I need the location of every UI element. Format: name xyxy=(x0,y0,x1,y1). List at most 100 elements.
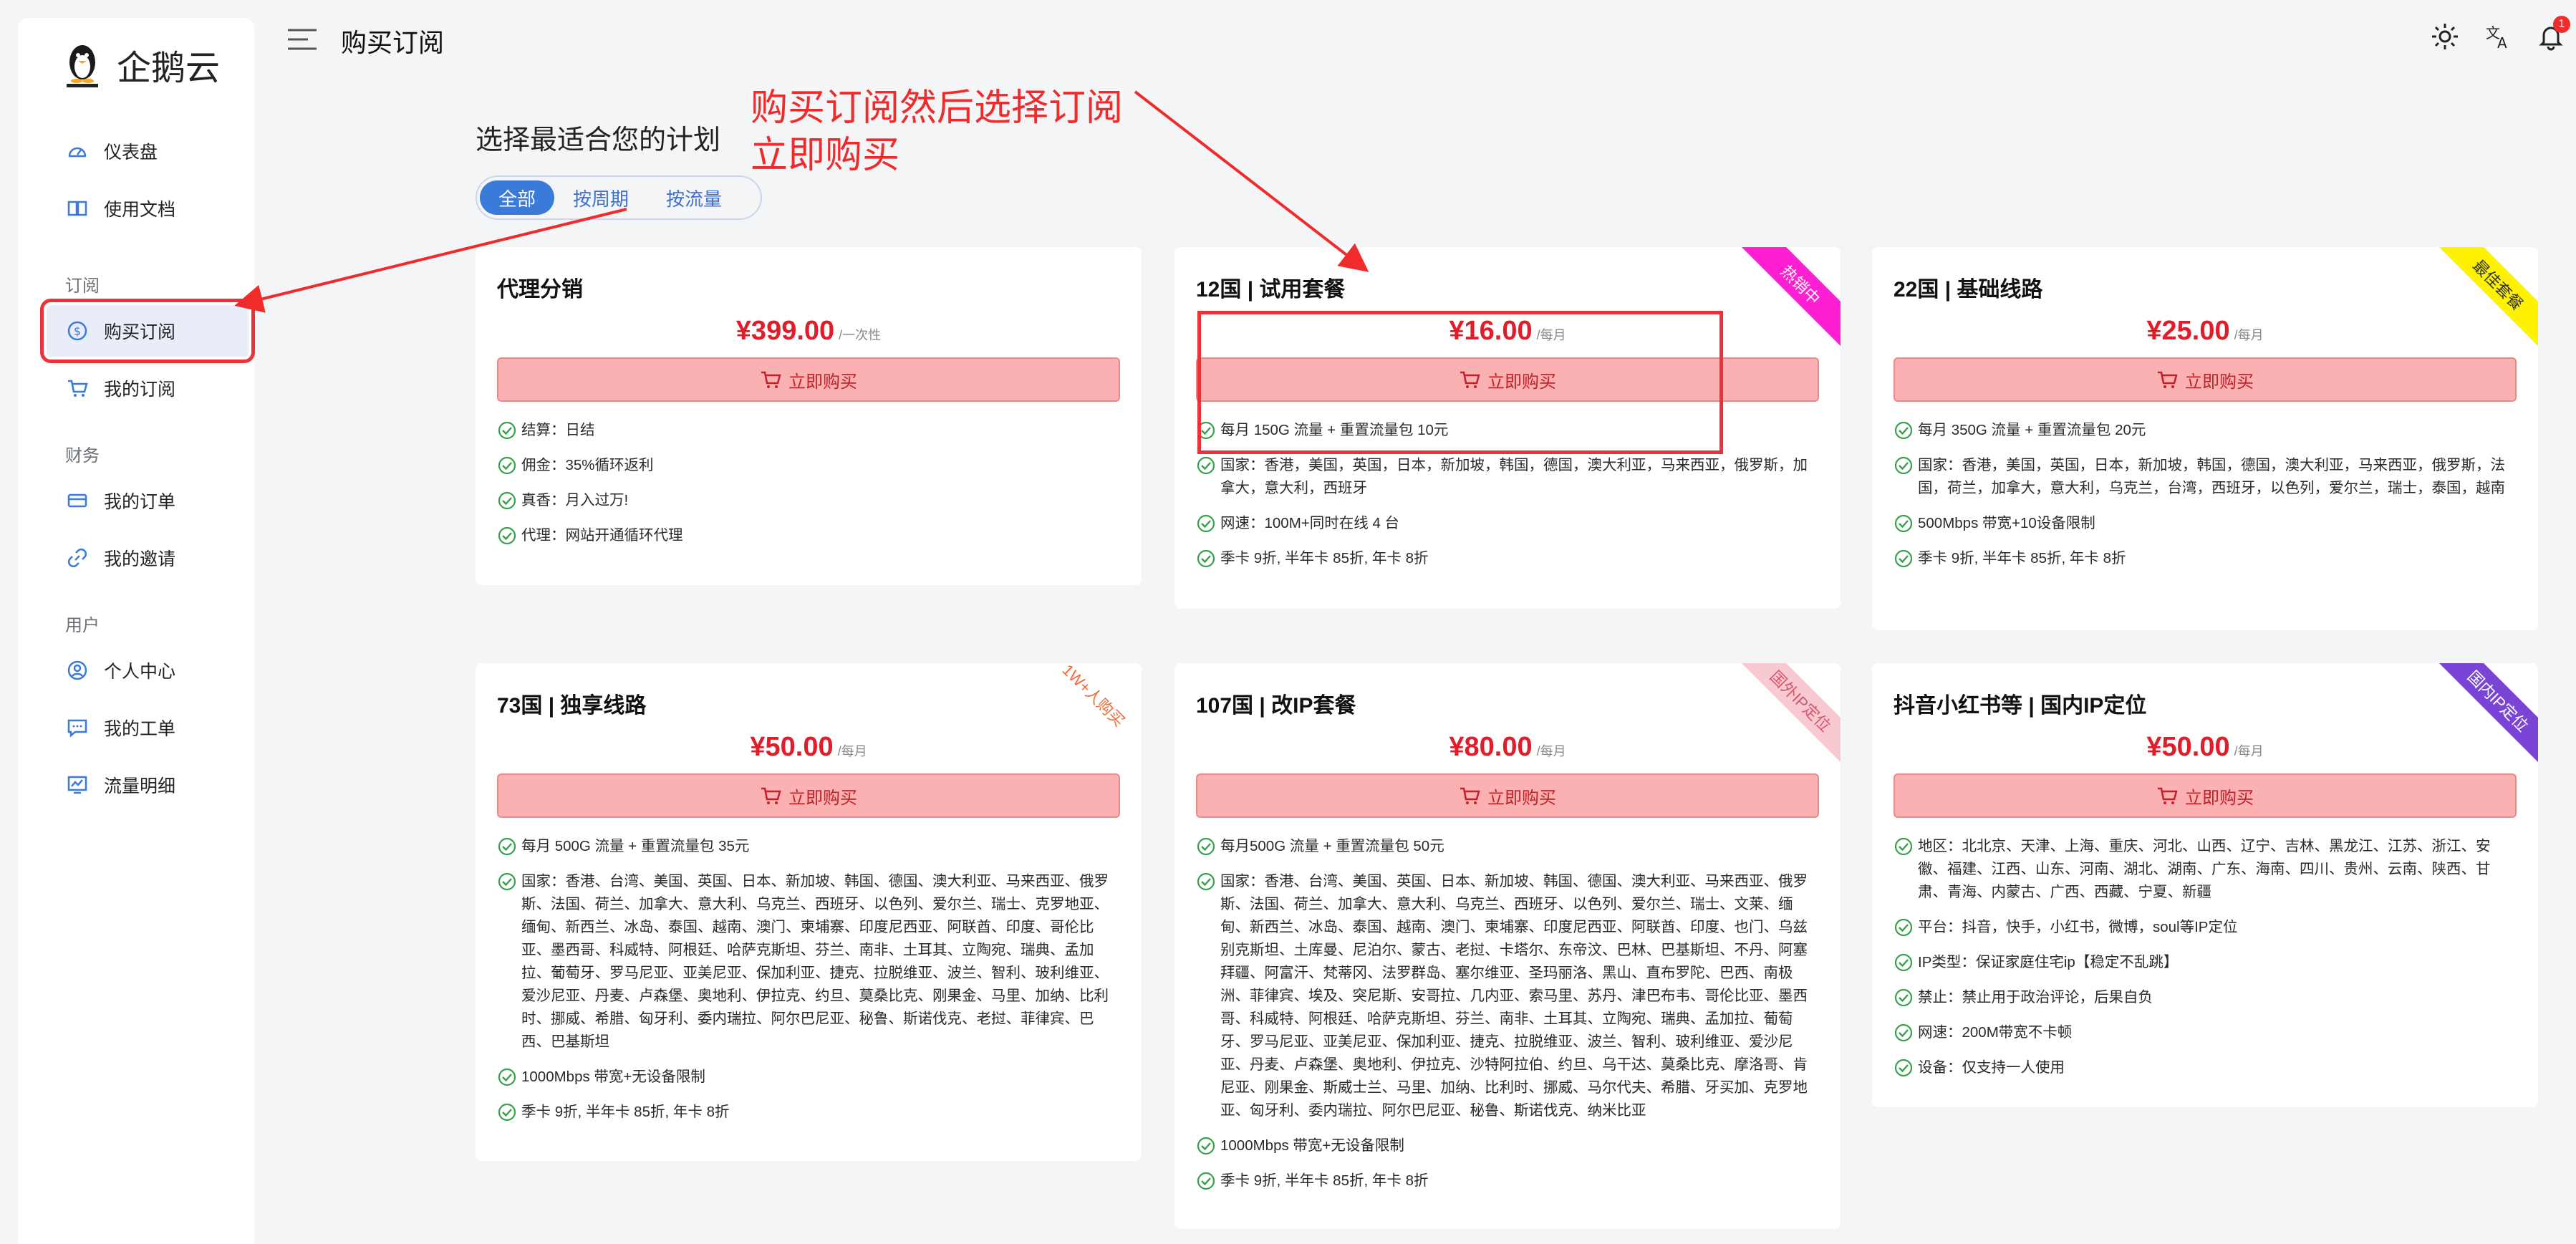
menu-toggle-icon[interactable] xyxy=(286,27,318,52)
check-circle-icon xyxy=(497,455,517,476)
check-circle-icon xyxy=(1894,953,1914,973)
check-circle-icon xyxy=(1196,549,1216,569)
buy-now-button[interactable]: 立即购买 xyxy=(497,357,1120,402)
sidebar-item-my-subscription[interactable]: 我的订阅 xyxy=(47,362,249,414)
check-circle-icon xyxy=(497,872,517,892)
feature-item: 设备：仅支持一人使用 xyxy=(1894,1056,2517,1079)
feature-item: 1000Mbps 带宽+无设备限制 xyxy=(1196,1134,1819,1157)
feature-text: IP类型：保证家庭住宅ip【稳定不乱跳】 xyxy=(1918,954,2179,970)
dashboard-icon xyxy=(65,139,90,163)
sidebar-item-docs[interactable]: 使用文档 xyxy=(47,183,249,234)
plan-features: 每月 500G 流量 + 重置流量包 35元国家：香港、台湾、美国、英国、日本、… xyxy=(497,835,1120,1136)
buy-now-button[interactable]: 立即购买 xyxy=(497,773,1120,818)
language-translate-icon[interactable]: 文A xyxy=(2481,20,2514,53)
plan-price: ¥50.00 xyxy=(2146,732,2230,762)
notification-badge: 1 xyxy=(2553,16,2570,33)
sidebar-item-traffic[interactable]: 流量明细 xyxy=(47,759,249,811)
sidebar-item-profile[interactable]: 个人中心 xyxy=(47,645,249,696)
buy-now-label: 立即购买 xyxy=(1487,372,1556,392)
annotation-line: 购买订阅然后选择订阅 xyxy=(751,87,1124,129)
theme-toggle-sun-icon[interactable] xyxy=(2428,20,2461,53)
plan-title: 107国 | 改IP套餐 xyxy=(1196,694,1356,718)
plan-price-row: ¥50.00/每月 xyxy=(476,732,1142,763)
plan-title: 73国 | 独享线路 xyxy=(497,694,647,718)
plan-card: 抖音小红书等 | 国内IP定位 ¥50.00/每月 立即购买 地区：北北京、天津、上海… xyxy=(1872,663,2538,1107)
check-circle-icon xyxy=(1894,420,1914,440)
tab-by-traffic[interactable]: 按流量 xyxy=(647,180,741,215)
check-circle-icon xyxy=(497,491,517,511)
plan-price: ¥80.00 xyxy=(1449,732,1533,762)
plan-period: /每月 xyxy=(2234,744,2264,758)
check-circle-icon xyxy=(1196,455,1216,476)
feature-text: 国家：香港，美国，英国，日本，新加坡，韩国，德国，澳大利亚，马来西亚，俄罗斯，法… xyxy=(1918,457,2505,496)
plan-period: /每月 xyxy=(2234,328,2264,342)
check-circle-icon xyxy=(1894,917,1914,937)
feature-text: 季卡 9折, 半年卡 85折, 年卡 8折 xyxy=(521,1104,730,1120)
link-icon xyxy=(65,546,90,570)
sidebar-item-label: 我的邀请 xyxy=(104,549,176,569)
feature-item: 每月500G 流量 + 重置流量包 50元 xyxy=(1196,835,1819,858)
plan-features: 每月500G 流量 + 重置流量包 50元国家：香港、台湾、美国、英国、日本、新… xyxy=(1196,835,1819,1205)
nav-group-user: 用户 xyxy=(65,616,100,635)
feature-text: 每月 500G 流量 + 重置流量包 35元 xyxy=(521,838,750,854)
sidebar-item-my-orders[interactable]: 我的订单 xyxy=(47,475,249,526)
sidebar-item-label: 我的订阅 xyxy=(104,380,176,400)
brand[interactable]: 企鹅云 xyxy=(18,18,254,111)
feature-text: 每月 150G 流量 + 重置流量包 10元 xyxy=(1220,422,1449,438)
tab-by-period[interactable]: 按周期 xyxy=(554,180,647,215)
plan-title: 12国 | 试用套餐 xyxy=(1196,278,1346,302)
check-circle-icon xyxy=(497,836,517,857)
tab-all[interactable]: 全部 xyxy=(480,180,555,215)
cart-icon xyxy=(760,785,781,806)
buy-now-button[interactable]: 立即购买 xyxy=(1196,773,1819,818)
check-circle-icon xyxy=(1894,988,1914,1008)
plan-price: ¥50.00 xyxy=(750,732,834,762)
feature-item: 代理：网站开通循环代理 xyxy=(497,524,1120,547)
feature-item: 每月 150G 流量 + 重置流量包 10元 xyxy=(1196,419,1819,442)
feature-text: 季卡 9折, 半年卡 85折, 年卡 8折 xyxy=(1220,1172,1429,1189)
feature-text: 1000Mbps 带宽+无设备限制 xyxy=(521,1069,705,1085)
feature-item: 季卡 9折, 半年卡 85折, 年卡 8折 xyxy=(1196,1170,1819,1192)
buy-now-button[interactable]: 立即购买 xyxy=(1196,357,1819,402)
plan-title: 代理分销 xyxy=(497,278,583,302)
plan-price-row: ¥399.00/一次性 xyxy=(476,316,1142,347)
cart-icon xyxy=(1459,369,1480,390)
buy-now-button[interactable]: 立即购买 xyxy=(1894,357,2517,402)
plan-card: 22国 | 基础线路 ¥25.00/每月 立即购买 每月 350G 流量 + 重置流量… xyxy=(1872,247,2538,630)
check-circle-icon xyxy=(1894,513,1914,534)
feature-text: 国家：香港、台湾、美国、英国、日本、新加坡、韩国、德国、澳大利亚、马来西亚、俄罗… xyxy=(1220,873,1808,1119)
feature-text: 网速：100M+同时在线 4 台 xyxy=(1220,515,1400,531)
plan-card: 107国 | 改IP套餐 ¥80.00/每月 立即购买 每月500G 流量 + 重置流… xyxy=(1174,663,1841,1229)
buy-now-button[interactable]: 立即购买 xyxy=(1894,773,2517,818)
check-circle-icon xyxy=(1196,836,1216,857)
plan-price-row: ¥50.00/每月 xyxy=(1872,732,2538,763)
sidebar-item-label: 仪表盘 xyxy=(104,143,158,163)
feature-item: 真香：月入过万! xyxy=(497,489,1120,512)
plan-ribbon: 1W+人购买 xyxy=(1058,663,1129,731)
sidebar-item-tickets[interactable]: 我的工单 xyxy=(47,702,249,753)
feature-item: 网速：100M+同时在线 4 台 xyxy=(1196,512,1819,535)
annotation-text: 购买订阅然后选择订阅 立即购买 xyxy=(751,85,1152,179)
page-title: 购买订阅 xyxy=(341,28,445,57)
notification-bell-icon[interactable]: 1 xyxy=(2534,16,2570,53)
user-icon xyxy=(65,658,90,683)
sidebar-item-dashboard[interactable]: 仪表盘 xyxy=(47,125,249,177)
sidebar-item-label: 我的订单 xyxy=(104,492,176,512)
buy-now-label: 立即购买 xyxy=(2185,372,2254,392)
plan-price: ¥399.00 xyxy=(735,316,835,346)
feature-text: 500Mbps 带宽+10设备限制 xyxy=(1918,515,2095,531)
cart-icon xyxy=(2156,369,2178,390)
sidebar-item-label: 个人中心 xyxy=(104,662,176,682)
feature-item: 国家：香港、台湾、美国、英国、日本、新加坡、韩国、德国、澳大利亚、马来西亚、俄罗… xyxy=(497,870,1120,1053)
sidebar-item-buy-subscription[interactable]: $ 购买订阅 xyxy=(40,299,255,363)
penguin-logo-icon xyxy=(62,41,102,88)
feature-item: 季卡 9折, 半年卡 85折, 年卡 8折 xyxy=(1894,547,2517,570)
check-circle-icon xyxy=(497,1067,517,1087)
check-circle-icon xyxy=(497,420,517,440)
feature-item: 国家：香港，美国，英国，日本，新加坡，韩国，德国，澳大利亚，马来西亚，俄罗斯，法… xyxy=(1894,454,2517,500)
dollar-icon: $ xyxy=(65,319,90,343)
feature-text: 季卡 9折, 半年卡 85折, 年卡 8折 xyxy=(1918,550,2126,566)
arrow-to-plan-card xyxy=(1134,90,1369,272)
plan-features: 每月 350G 流量 + 重置流量包 20元 国家：香港，美国，英国，日本，新加坡… xyxy=(1894,419,2517,582)
sidebar-item-my-invites[interactable]: 我的邀请 xyxy=(47,532,249,584)
